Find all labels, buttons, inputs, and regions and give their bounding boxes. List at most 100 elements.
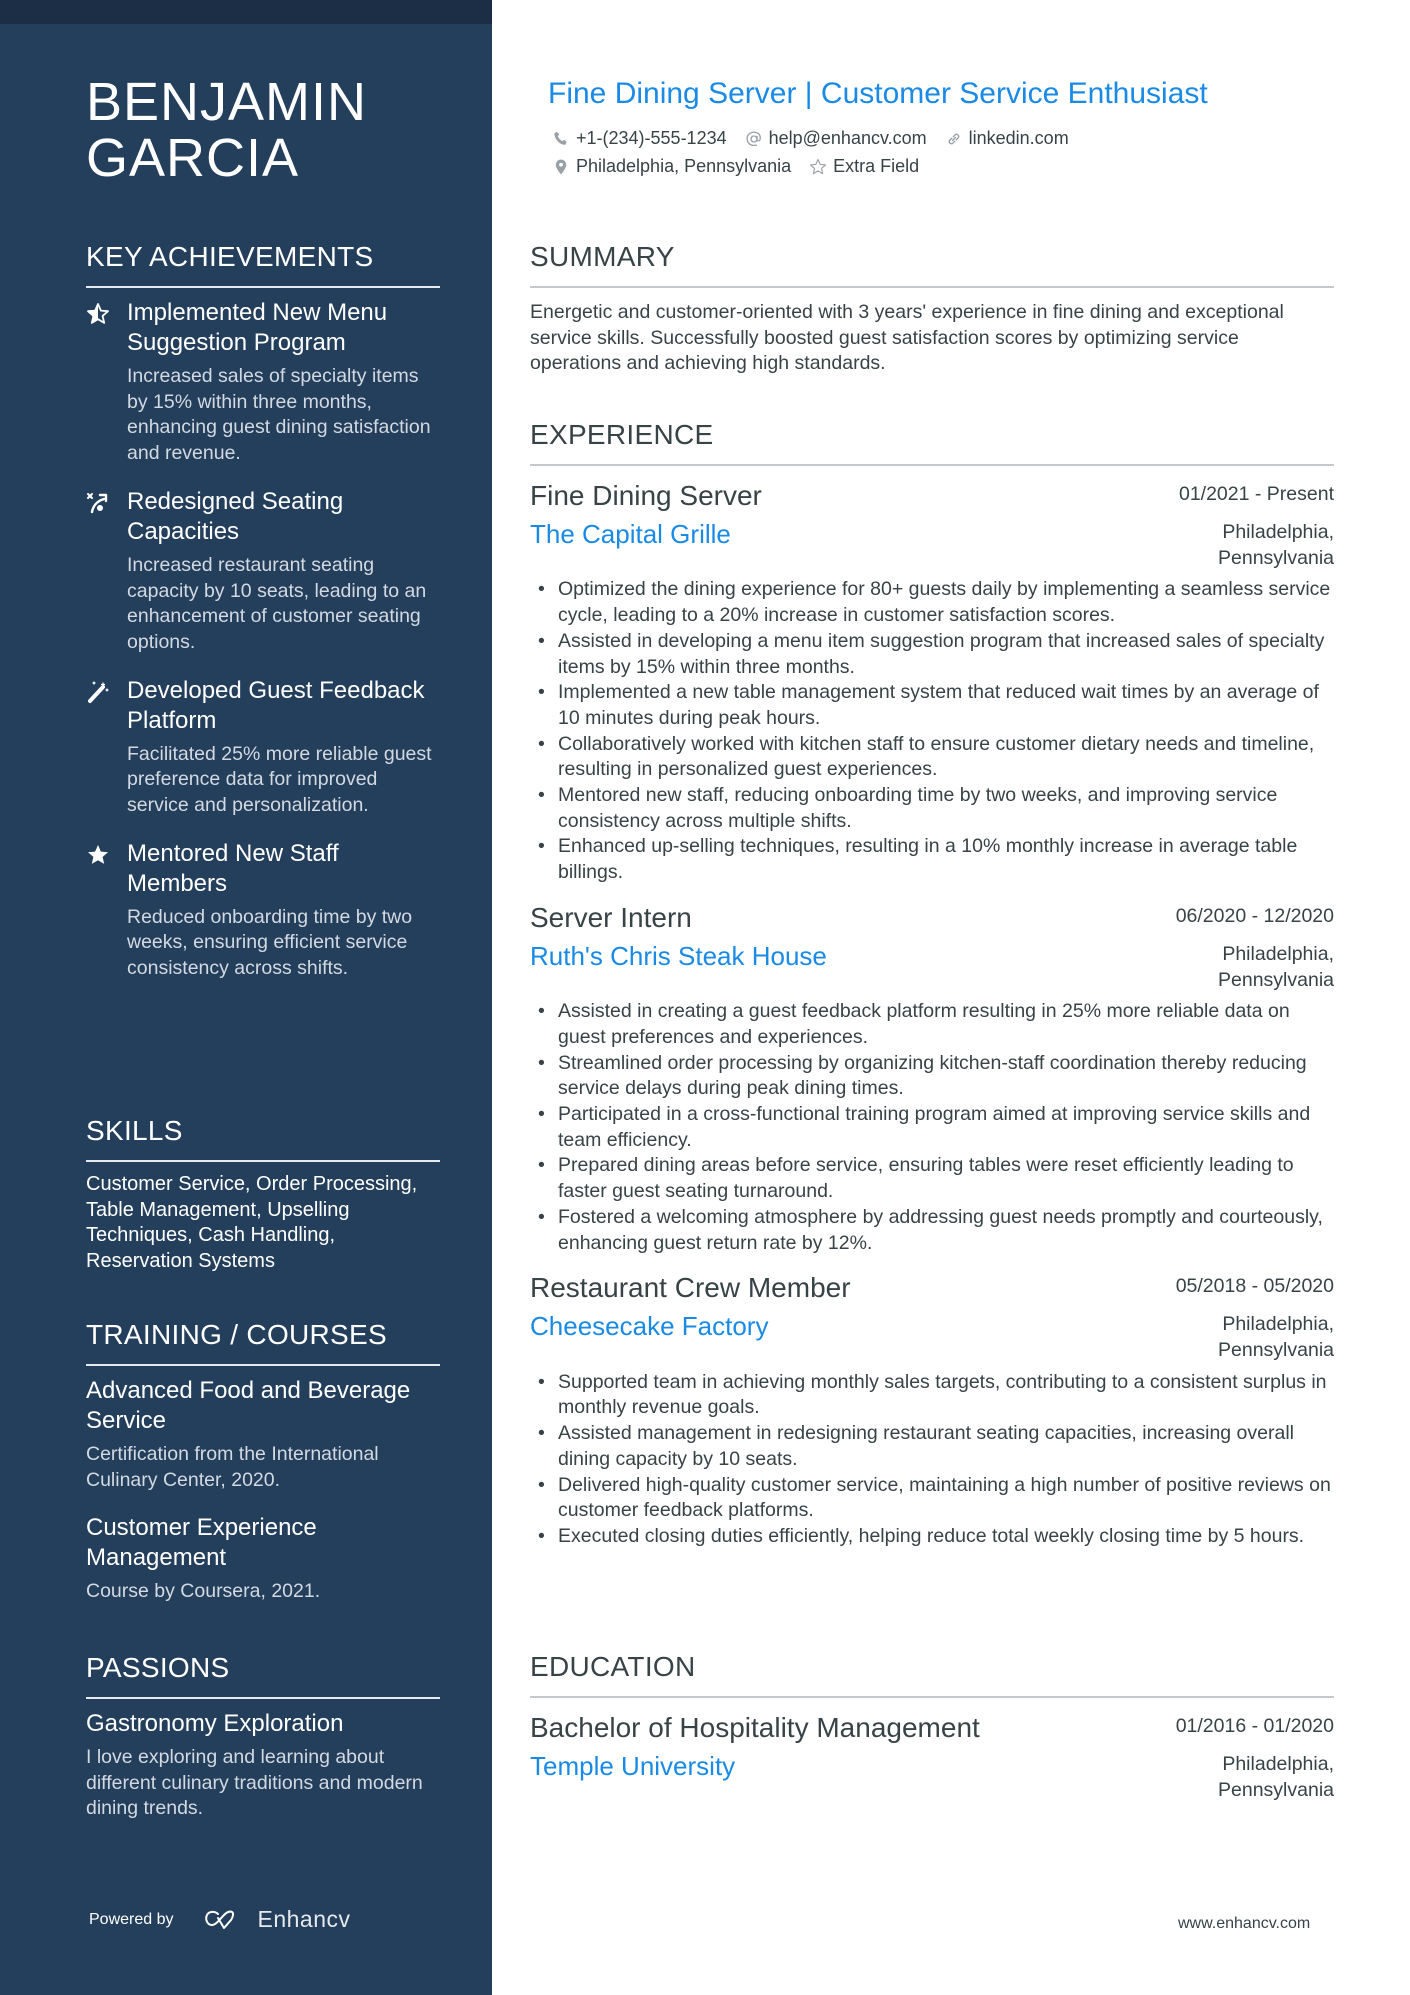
location-line: Pennsylvania: [1218, 546, 1334, 569]
section-heading: SUMMARY: [530, 240, 1334, 288]
star-icon: [86, 843, 110, 867]
section-heading: EDUCATION: [530, 1650, 1334, 1698]
bullet-item: Mentored new staff, reducing onboarding …: [530, 783, 1334, 834]
achievement-item: Implemented New Menu Suggestion Program …: [86, 298, 440, 467]
course-title: Advanced Food and Beverage Service: [86, 1377, 411, 1434]
company-name: Cheesecake Factory: [530, 1311, 769, 1342]
job-location: Philadelphia, Pennsylvania: [1218, 520, 1334, 571]
contact-location: Philadelphia, Pennsylvania: [552, 156, 791, 177]
experience-section: EXPERIENCE Fine Dining Server 01/2021 - …: [530, 418, 1334, 1564]
location-line: Pennsylvania: [1218, 1778, 1334, 1801]
passions-section: PASSIONS Gastronomy Exploration I love e…: [86, 1651, 440, 1842]
achievement-description: Increased sales of specialty items by 15…: [127, 365, 431, 465]
phone-text: +1-(234)-555-1234: [576, 128, 727, 148]
section-heading: KEY ACHIEVEMENTS: [86, 240, 440, 288]
job-bullets: Optimized the dining experience for 80+ …: [530, 577, 1334, 885]
achievement-description: Reduced onboarding time by two weeks, en…: [127, 905, 413, 980]
job-title: Server Intern: [530, 901, 692, 933]
achievement-item: Redesigned Seating Capacities Increased …: [86, 487, 440, 656]
achievement-item: Mentored New Staff Members Reduced onboa…: [86, 839, 440, 982]
contact-row-2: Philadelphia, Pennsylvania Extra Field: [552, 156, 937, 177]
location-line: Philadelphia,: [1222, 942, 1334, 965]
contact-link[interactable]: linkedin.com: [945, 128, 1069, 149]
contact-row-1: +1-(234)-555-1234 help@enhancv.com linke…: [552, 128, 1087, 149]
enhancv-logo: Enhancv: [200, 1906, 351, 1933]
email-text: help@enhancv.com: [768, 128, 927, 148]
contact-phone: +1-(234)-555-1234: [552, 128, 727, 149]
achievement-description: Increased restaurant seating capacity by…: [127, 553, 427, 653]
link-icon: [945, 130, 963, 148]
bullet-item: Executed closing duties efficiently, hel…: [530, 1524, 1334, 1550]
job-entry: Restaurant Crew Member 05/2018 - 05/2020…: [530, 1270, 1334, 1549]
course-description: Certification from the International Cul…: [86, 1443, 379, 1491]
location-pin-icon: [552, 158, 570, 176]
at-sign-icon: [745, 130, 763, 148]
magic-wand-icon: [86, 680, 110, 704]
bullet-item: Delivered high-quality customer service,…: [530, 1473, 1334, 1524]
section-heading: PASSIONS: [86, 1651, 440, 1699]
location-text: Philadelphia, Pennsylvania: [576, 156, 792, 176]
bullet-item: Optimized the dining experience for 80+ …: [530, 577, 1334, 628]
course-description: Course by Coursera, 2021.: [86, 1580, 321, 1603]
section-heading: EXPERIENCE: [530, 418, 1334, 466]
bullet-item: Streamlined order processing by organizi…: [530, 1051, 1334, 1102]
job-bullets: Assisted in creating a guest feedback pl…: [530, 999, 1334, 1256]
training-section: TRAINING / COURSES Advanced Food and Bev…: [86, 1318, 440, 1625]
job-location: Philadelphia, Pennsylvania: [1218, 942, 1334, 993]
company-name: The Capital Grille: [530, 519, 731, 549]
school-name: Temple University: [530, 1751, 736, 1781]
skills-list: Customer Service, Order Processing, Tabl…: [86, 1173, 418, 1273]
education-dates: 01/2016 - 01/2020: [1175, 1715, 1334, 1737]
job-entry: Fine Dining Server 01/2021 - Present The…: [530, 478, 1334, 886]
half-star-icon: [86, 302, 110, 326]
summary-text: Energetic and customer-oriented with 3 y…: [530, 301, 1284, 375]
education-section: EDUCATION Bachelor of Hospitality Manage…: [530, 1650, 1334, 1817]
bullet-item: Enhanced up-selling techniques, resultin…: [530, 834, 1334, 885]
degree-title: Bachelor of Hospitality Management: [530, 1712, 980, 1743]
company-name: Ruth's Chris Steak House: [530, 940, 827, 971]
sidebar: BENJAMIN GARCIA KEY ACHIEVEMENTS Impleme…: [0, 0, 492, 1995]
bullet-item: Assisted management in redesigning resta…: [530, 1421, 1334, 1472]
job-dates: 06/2020 - 12/2020: [1175, 904, 1334, 927]
bullet-item: Collaboratively worked with kitchen staf…: [530, 732, 1334, 783]
powered-by[interactable]: Powered by Enhancv: [89, 1906, 351, 1933]
enhancv-logo-icon: [204, 1910, 234, 1929]
link-text: linkedin.com: [968, 128, 1069, 148]
job-entry: Server Intern 06/2020 - 12/2020 Ruth's C…: [530, 900, 1334, 1256]
passion-item: Gastronomy Exploration I love exploring …: [86, 1709, 440, 1822]
phone-icon: [552, 130, 570, 148]
education-location: Philadelphia, Pennsylvania: [1218, 1752, 1334, 1803]
bullet-item: Fostered a welcoming atmosphere by addre…: [530, 1205, 1334, 1256]
name-first: BENJAMIN: [86, 72, 368, 132]
course-title: Customer Experience Management: [86, 1514, 317, 1572]
job-dates: 05/2018 - 05/2020: [1175, 1275, 1334, 1298]
job-dates: 01/2021 - Present: [1178, 483, 1334, 505]
location-line: Pennsylvania: [1218, 1338, 1334, 1361]
job-title: Restaurant Crew Member: [530, 1272, 851, 1304]
sidebar-top-strip: [0, 0, 492, 24]
passion-description: I love exploring and learning about diff…: [86, 1746, 423, 1820]
bullet-item: Supported team in achieving monthly sale…: [530, 1370, 1334, 1421]
strategy-arrow-icon: [86, 491, 110, 515]
enhancv-wordmark: Enhancv: [257, 1906, 351, 1932]
job-title: Fine Dining Server: [530, 480, 762, 511]
location-line: Pennsylvania: [1218, 968, 1334, 991]
job-bullets: Supported team in achieving monthly sale…: [530, 1370, 1334, 1550]
job-location: Philadelphia, Pennsylvania: [1218, 1312, 1334, 1363]
education-entry: Bachelor of Hospitality Management 01/20…: [530, 1710, 1334, 1803]
candidate-name: BENJAMIN GARCIA: [86, 74, 466, 186]
section-heading: SKILLS: [86, 1114, 440, 1162]
location-line: Philadelphia,: [1222, 1753, 1334, 1775]
course-item: Advanced Food and Beverage Service Certi…: [86, 1376, 440, 1493]
passion-title: Gastronomy Exploration: [86, 1710, 344, 1737]
bullet-item: Participated in a cross-functional train…: [530, 1102, 1334, 1153]
bullet-item: Assisted in developing a menu item sugge…: [530, 629, 1334, 680]
achievement-title: Mentored New Staff Members: [127, 839, 339, 897]
summary-section: SUMMARY Energetic and customer-oriented …: [530, 240, 1334, 377]
footer-url[interactable]: www.enhancv.com: [1178, 1915, 1310, 1933]
contact-email[interactable]: help@enhancv.com: [745, 128, 927, 149]
location-line: Philadelphia,: [1222, 521, 1334, 543]
location-line: Philadelphia,: [1222, 1313, 1334, 1336]
bullet-item: Prepared dining areas before service, en…: [530, 1153, 1334, 1204]
key-achievements-section: KEY ACHIEVEMENTS Implemented New Menu Su…: [86, 240, 440, 1002]
